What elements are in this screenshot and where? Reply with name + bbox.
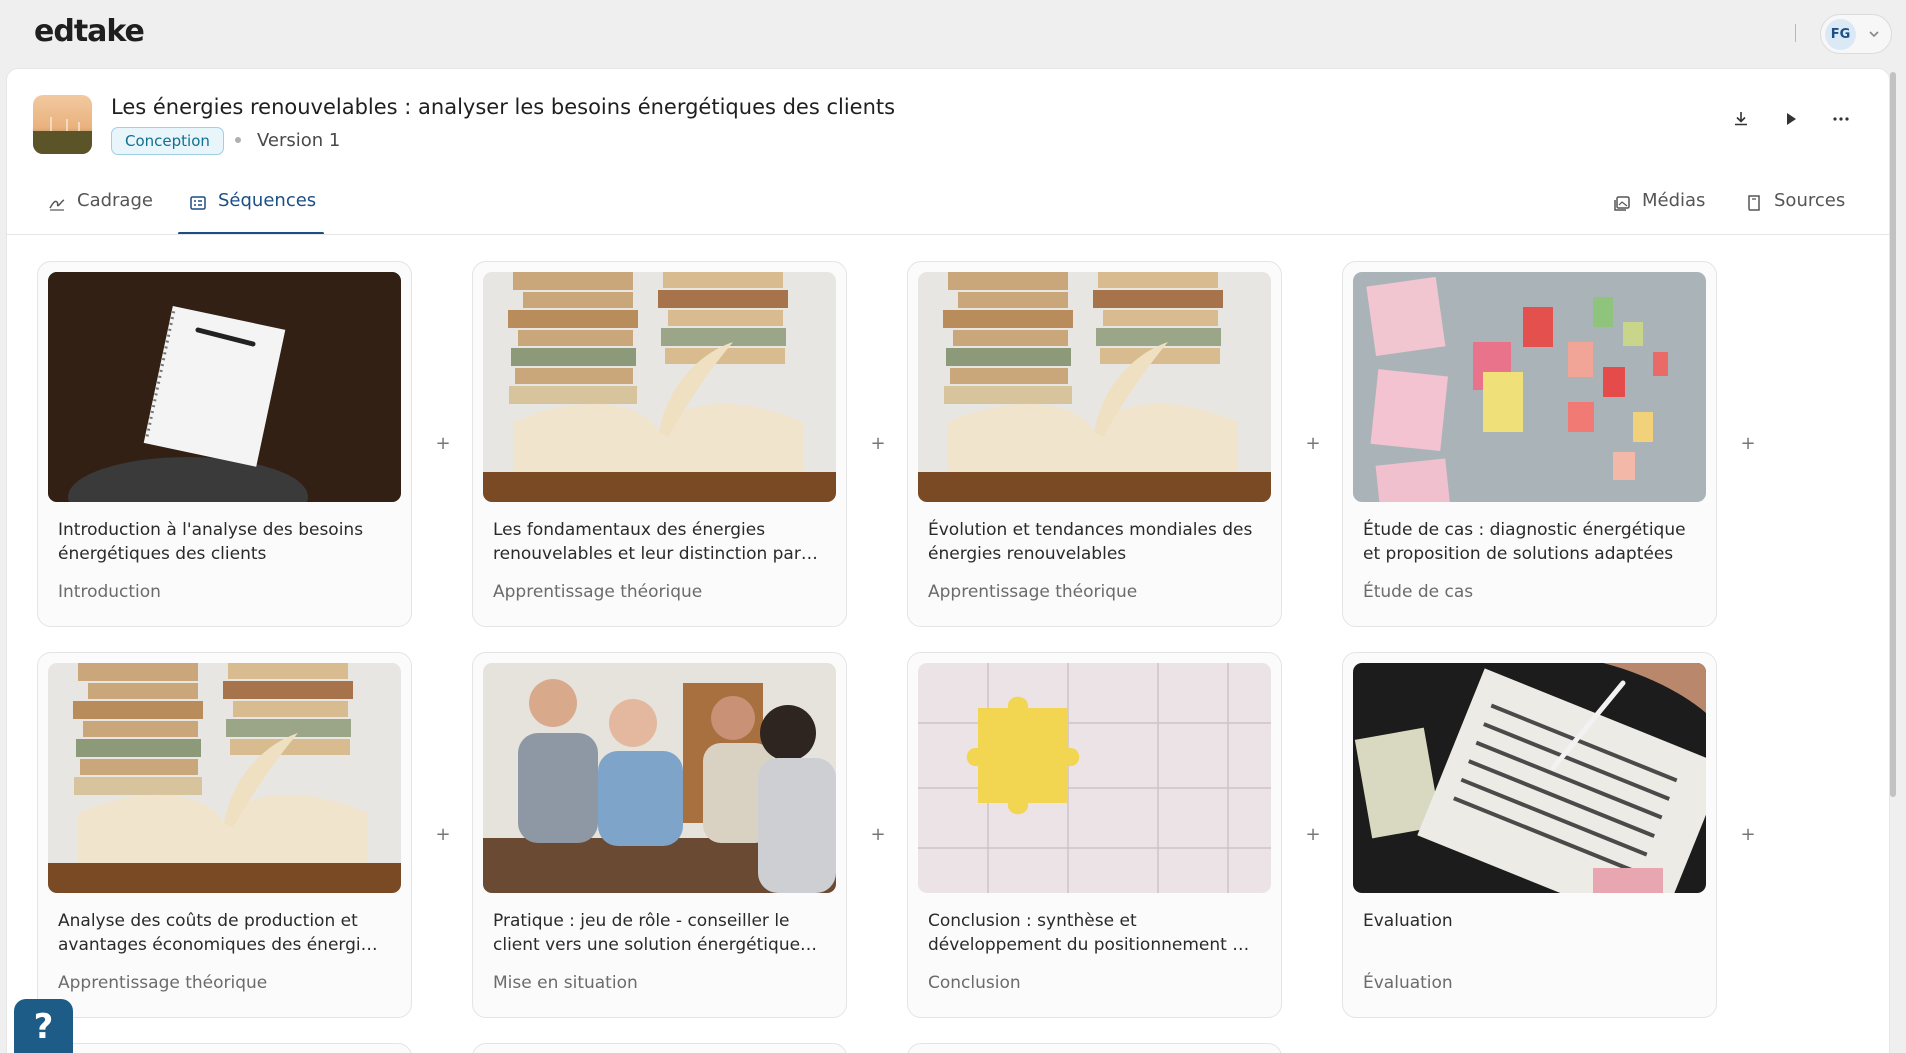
course-thumbnail [33,95,92,154]
sequence-card[interactable]: Pratique : jeu de rôle - conseiller le c… [472,652,847,1018]
tabs-divider [7,234,1889,235]
scrollbar-thumb[interactable] [1890,72,1896,797]
play-icon [1787,113,1796,125]
add-sequence-button[interactable]: + [868,434,888,454]
topbar-divider [1795,24,1796,42]
more-options-button[interactable] [1823,101,1859,137]
version-label: Version 1 [257,130,341,151]
sequence-card[interactable]: Conclusion : synthèse et développement d… [907,652,1282,1018]
sequence-card-partial[interactable] [472,1043,847,1053]
avatar: FG [1825,19,1856,50]
add-sequence-button[interactable]: + [433,825,453,845]
exam-sheet-photo [1353,663,1706,893]
download-icon [1735,112,1747,126]
puzzle-photo [918,663,1271,893]
notebook-photo [48,272,401,502]
open-book-photo [483,272,836,502]
open-book-photo [918,272,1271,502]
add-sequence-button[interactable]: + [433,434,453,454]
top-bar: edtake FG [0,0,1906,68]
play-button[interactable] [1773,101,1809,137]
user-menu-button[interactable]: FG [1820,14,1892,54]
download-button[interactable] [1723,101,1759,137]
chevron-down-icon [1869,31,1879,38]
sticky-notes-photo [1353,272,1706,502]
sequence-card[interactable]: Évolution et tendances mondiales des éne… [907,261,1282,627]
add-sequence-button[interactable]: + [1303,825,1323,845]
main-panel: Les énergies renouvelables : analyser le… [6,68,1890,1053]
add-sequence-button[interactable]: + [868,825,888,845]
book-icon [1748,195,1760,211]
vertical-scrollbar[interactable] [1887,72,1899,797]
separator-dot [235,137,241,143]
group-discussion-photo [483,663,836,893]
sequence-card[interactable]: Analyse des coûts de production et avant… [37,652,412,1018]
sequence-card[interactable]: Les fondamentaux des énergies renouvelab… [472,261,847,627]
add-sequence-button[interactable]: + [1738,434,1758,454]
add-sequence-button[interactable]: + [1303,434,1323,454]
sequence-card[interactable]: Introduction à l'analyse des besoins éne… [37,261,412,627]
help-button[interactable]: ? [14,999,73,1053]
sequence-card-partial[interactable] [37,1043,412,1053]
page-title: Les énergies renouvelables : analyser le… [111,95,896,119]
open-book-photo [48,663,401,893]
sequence-card[interactable]: Evaluation Évaluation [1342,652,1717,1018]
sequence-card[interactable]: Étude de cas : diagnostic énergétique et… [1342,261,1717,627]
signature-icon [49,199,65,211]
sequence-card-partial[interactable] [907,1043,1282,1053]
status-badge: Conception [111,127,224,155]
more-horizontal-icon [1833,117,1849,121]
list-icon [190,196,206,210]
app-logo[interactable]: edtake [34,14,145,49]
image-stack-icon [1614,196,1630,211]
add-sequence-button[interactable]: + [1738,825,1758,845]
